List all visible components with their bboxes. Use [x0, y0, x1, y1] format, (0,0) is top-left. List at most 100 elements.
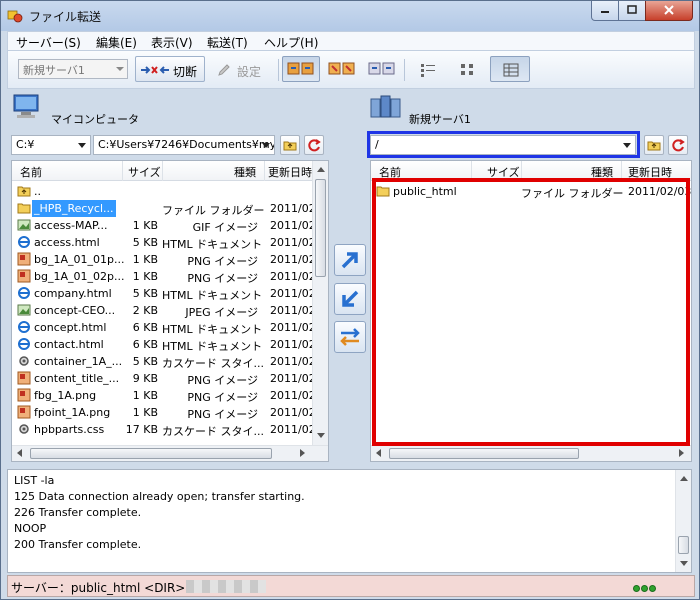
- local-refresh-button[interactable]: [304, 135, 324, 155]
- title-bar[interactable]: ファイル転送: [1, 1, 699, 31]
- scroll-down-icon[interactable]: [317, 433, 325, 438]
- file-row[interactable]: access-MAP... 1 KB GIF イメージ 2011/02: [12, 217, 316, 234]
- file-name: content_title_...: [34, 372, 120, 385]
- scroll-up-icon[interactable]: [680, 476, 688, 481]
- file-row[interactable]: fbg_1A.png 1 KB PNG イメージ 2011/02: [12, 387, 316, 404]
- server-select-value: 新規サーバ1: [23, 64, 85, 77]
- maximize-icon: [627, 5, 637, 14]
- html-icon: [17, 337, 31, 351]
- file-size: 1 KB: [132, 406, 158, 419]
- file-size: 2 KB: [132, 304, 158, 317]
- file-name: ..: [34, 185, 41, 198]
- file-date: 2011/02: [270, 321, 316, 334]
- file-size: 1 KB: [132, 270, 158, 283]
- scroll-right-icon[interactable]: [300, 449, 305, 457]
- file-row[interactable]: concept-CEO... 2 KB JPEG イメージ 2011/02: [12, 302, 316, 319]
- menu-help[interactable]: ヘルプ(H): [264, 34, 318, 51]
- server-select[interactable]: 新規サーバ1: [18, 59, 128, 79]
- column-divider[interactable]: [122, 161, 123, 181]
- sync-button[interactable]: [334, 321, 366, 353]
- file-row[interactable]: _HPB_Recycl... ファイル フォルダー 2011/02: [12, 200, 316, 217]
- scroll-right-icon[interactable]: [679, 449, 684, 457]
- file-row[interactable]: ..: [12, 183, 312, 200]
- log-line: 125 Data connection already open; transf…: [14, 490, 305, 503]
- file-row[interactable]: concept.html 6 KB HTML ドキュメント 2011/02: [12, 319, 316, 336]
- file-size: 6 KB: [132, 321, 158, 334]
- scroll-down-icon[interactable]: [680, 561, 688, 566]
- file-date: 2011/02: [270, 287, 316, 300]
- remote-refresh-button[interactable]: [668, 135, 688, 155]
- column-type[interactable]: 種類: [234, 164, 256, 180]
- local-file-list[interactable]: 名前 サイズ 種類 更新日時 .. _HPB_Recycl... ファイル フォルダ…: [11, 160, 329, 462]
- column-name[interactable]: 名前: [20, 164, 42, 180]
- file-date: 2011/02: [270, 236, 316, 249]
- log-vertical-scrollbar[interactable]: [675, 470, 691, 572]
- file-row[interactable]: hpbparts.css 17 KB カスケード スタイ... 2011/02: [12, 421, 316, 438]
- menu-server[interactable]: サーバー(S): [16, 34, 81, 51]
- scroll-thumb[interactable]: [389, 448, 579, 459]
- file-date: 2011/02: [270, 389, 316, 402]
- status-light-icon: [641, 585, 648, 592]
- file-row[interactable]: bg_1A_01_01p... 1 KB PNG イメージ 2011/02: [12, 251, 316, 268]
- local-path-value: C:¥Users¥7246¥Documents¥my: [98, 138, 275, 151]
- download-button[interactable]: [334, 283, 366, 315]
- file-date: 2011/02: [270, 219, 316, 232]
- scroll-thumb[interactable]: [678, 536, 689, 554]
- file-row[interactable]: fpoint_1A.png 1 KB PNG イメージ 2011/02: [12, 404, 316, 421]
- scroll-left-icon[interactable]: [376, 449, 381, 457]
- status-bar: サーバー：public_html <DIR>: [7, 575, 695, 597]
- css-icon: [17, 422, 31, 436]
- minimize-button[interactable]: [591, 1, 619, 21]
- list-view-button[interactable]: [410, 56, 444, 82]
- upload-button[interactable]: [334, 244, 366, 276]
- file-name: bg_1A_01_01p...: [34, 253, 125, 266]
- remote-parent-folder-button[interactable]: [644, 135, 664, 155]
- file-size: 6 KB: [132, 338, 158, 351]
- file-type: ファイル フォルダー: [162, 204, 265, 217]
- disconnect-button[interactable]: 切断: [135, 56, 205, 82]
- scroll-up-icon[interactable]: [317, 167, 325, 172]
- file-row[interactable]: content_title_... 9 KB PNG イメージ 2011/02: [12, 370, 316, 387]
- compare-button[interactable]: [324, 56, 358, 82]
- file-row[interactable]: bg_1A_01_02p... 1 KB PNG イメージ 2011/02: [12, 268, 316, 285]
- window-title: ファイル転送: [29, 10, 102, 24]
- close-button[interactable]: [645, 1, 693, 21]
- chevron-down-icon: [116, 67, 124, 71]
- settings-button[interactable]: 設定: [212, 56, 274, 82]
- png-icon: [17, 405, 31, 419]
- css-icon: [17, 354, 31, 368]
- icon-view-button[interactable]: [450, 56, 484, 82]
- remote-horizontal-scrollbar[interactable]: [371, 445, 691, 461]
- column-size[interactable]: サイズ: [128, 164, 161, 180]
- file-row[interactable]: contact.html 6 KB HTML ドキュメント 2011/02: [12, 336, 316, 353]
- menu-edit[interactable]: 編集(E): [96, 34, 137, 51]
- maximize-button[interactable]: [618, 1, 646, 21]
- file-row[interactable]: company.html 5 KB HTML ドキュメント 2011/02: [12, 285, 316, 302]
- local-drive-select[interactable]: C:¥: [11, 135, 91, 155]
- menu-view[interactable]: 表示(V): [151, 34, 193, 51]
- file-row[interactable]: access.html 5 KB HTML ドキュメント 2011/02: [12, 234, 316, 251]
- column-divider[interactable]: [162, 161, 163, 181]
- log-panel[interactable]: LIST -la 125 Data connection already ope…: [7, 469, 692, 573]
- file-name: contact.html: [34, 338, 104, 351]
- close-icon: [664, 5, 674, 15]
- file-row[interactable]: container_1A_... 5 KB カスケード スタイ... 2011/02: [12, 353, 316, 370]
- file-date: 2011/02: [270, 270, 316, 283]
- local-path-select[interactable]: C:¥Users¥7246¥Documents¥my: [93, 135, 275, 155]
- local-vertical-scrollbar[interactable]: [312, 161, 328, 445]
- scroll-left-icon[interactable]: [17, 449, 22, 457]
- column-date[interactable]: 更新日時: [268, 164, 312, 180]
- details-view-button[interactable]: [490, 56, 530, 82]
- scroll-thumb[interactable]: [30, 448, 272, 459]
- local-drive-value: C:¥: [16, 138, 35, 151]
- file-type: JPEG イメージ: [185, 306, 258, 319]
- local-parent-folder-button[interactable]: [280, 135, 300, 155]
- scroll-thumb[interactable]: [315, 179, 326, 277]
- file-size: 5 KB: [132, 236, 158, 249]
- mirror-button[interactable]: [364, 56, 398, 82]
- sync-view-button[interactable]: [282, 56, 320, 82]
- column-divider[interactable]: [264, 161, 265, 181]
- file-name: _HPB_Recycl...: [32, 200, 116, 217]
- menu-transfer[interactable]: 転送(T): [207, 34, 248, 51]
- local-horizontal-scrollbar[interactable]: [12, 445, 328, 461]
